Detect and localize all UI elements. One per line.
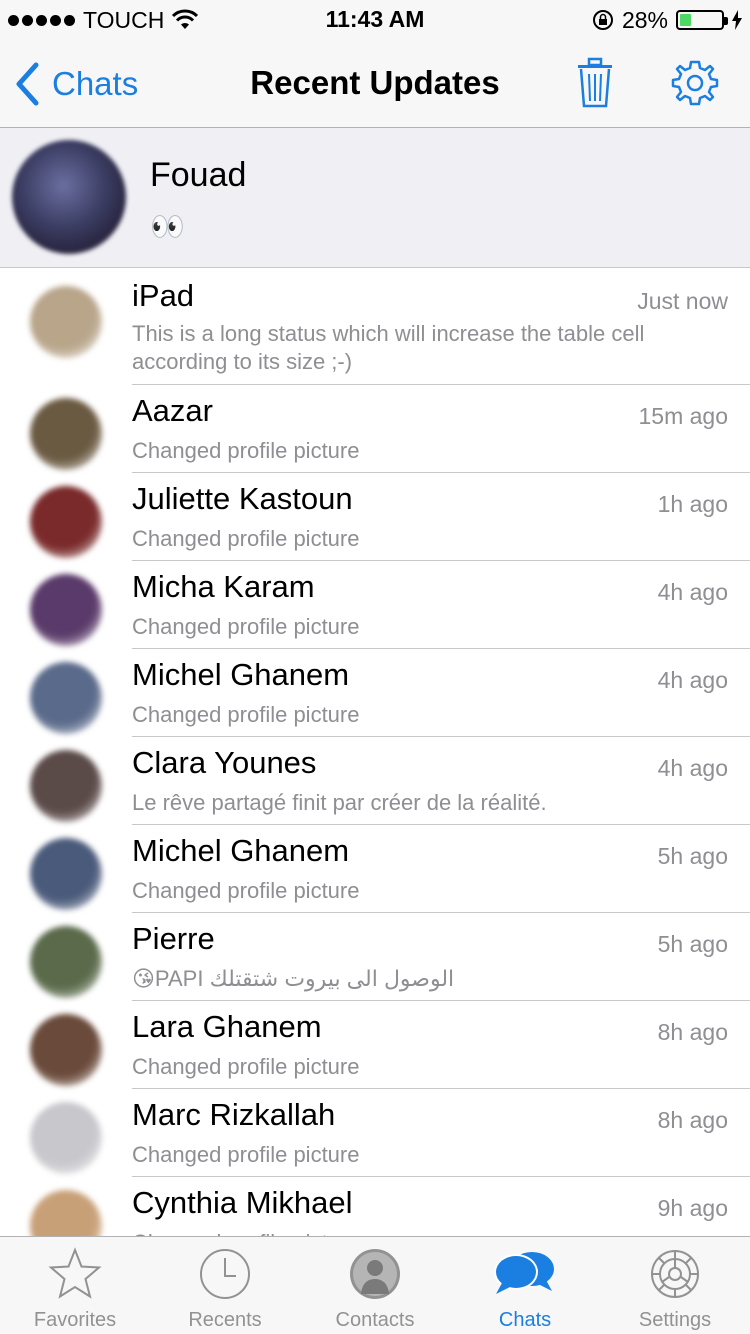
- avatar: [30, 1102, 102, 1174]
- contact-name: Juliette Kastoun: [132, 481, 353, 516]
- avatar: [30, 926, 102, 998]
- tab-recents[interactable]: Recents: [150, 1237, 300, 1334]
- rotation-lock-icon: [592, 10, 613, 30]
- update-time: 8h ago: [657, 1107, 728, 1133]
- contact-name: Marc Rizkallah: [132, 1097, 336, 1132]
- avatar: [30, 662, 102, 734]
- star-icon: [48, 1247, 102, 1299]
- tab-label: Recents: [188, 1309, 262, 1331]
- avatar: [30, 838, 102, 910]
- my-name: Fouad: [150, 156, 247, 194]
- tab-label: Favorites: [33, 1309, 117, 1331]
- trash-icon[interactable]: [574, 56, 616, 108]
- person-icon: [350, 1249, 400, 1299]
- list-item[interactable]: Juliette Kastoun 1h ago Changed profile …: [0, 473, 750, 561]
- update-time: Just now: [637, 288, 728, 314]
- update-time: 5h ago: [657, 931, 728, 957]
- update-time: 15m ago: [638, 403, 728, 429]
- gear-icon: [651, 1250, 699, 1298]
- update-time: 4h ago: [657, 667, 728, 693]
- list-item[interactable]: Pierre 5h ago 😘PAPI الوصول الى بيروت شتق…: [0, 913, 750, 1001]
- list-item[interactable]: Marc Rizkallah 8h ago Changed profile pi…: [0, 1089, 750, 1177]
- my-status-header[interactable]: Fouad 👀: [0, 128, 750, 268]
- list-item[interactable]: Michel Ghanem 5h ago Changed profile pic…: [0, 825, 750, 913]
- status-text: Changed profile picture: [132, 526, 360, 551]
- update-time: 4h ago: [657, 755, 728, 781]
- avatar: [30, 286, 102, 358]
- charging-bolt-icon: [732, 10, 742, 30]
- status-text: Changed profile picture: [132, 878, 360, 903]
- tab-chats[interactable]: Chats: [450, 1237, 600, 1334]
- tab-favorites[interactable]: Favorites: [0, 1237, 150, 1334]
- my-status-text: 👀: [150, 211, 185, 242]
- battery-icon: [676, 10, 728, 30]
- tab-label: Settings: [638, 1309, 712, 1331]
- clock-icon: [200, 1249, 250, 1299]
- contact-name: Michel Ghanem: [132, 657, 350, 692]
- list-item[interactable]: Micha Karam 4h ago Changed profile pictu…: [0, 561, 750, 649]
- update-time: 4h ago: [657, 579, 728, 605]
- avatar: [30, 486, 102, 558]
- tab-label: Contacts: [335, 1309, 415, 1331]
- status-text: Changed profile picture: [132, 702, 360, 727]
- status-text: Changed profile picture: [132, 614, 360, 639]
- gear-icon[interactable]: [671, 59, 719, 107]
- chat-bubbles-icon: [494, 1252, 554, 1294]
- tab-label: Chats: [498, 1309, 552, 1331]
- status-text: 😘PAPI الوصول الى بيروت شتقتلك: [132, 966, 455, 991]
- avatar: [12, 140, 126, 254]
- avatar: [30, 398, 102, 470]
- update-time: 5h ago: [657, 843, 728, 869]
- update-time: 9h ago: [657, 1195, 728, 1221]
- page-title: Recent Updates: [250, 64, 500, 101]
- tab-bar: Favorites Recents Contacts Chats Setting…: [0, 1236, 750, 1334]
- status-text: Le rêve partagé finit par créer de la ré…: [132, 790, 547, 815]
- status-text: Changed profile picture: [132, 438, 360, 463]
- contact-name: Aazar: [132, 393, 213, 428]
- status-bar: TOUCH 11:43 AM 28%: [0, 0, 750, 40]
- status-right: 28%: [592, 6, 742, 34]
- update-time: 1h ago: [657, 491, 728, 517]
- list-item[interactable]: Aazar 15m ago Changed profile picture: [0, 385, 750, 473]
- navigation-bar: Chats Recent Updates: [0, 40, 750, 128]
- contact-name: iPad: [132, 278, 195, 313]
- contact-name: Clara Younes: [132, 745, 317, 780]
- contact-name: Lara Ghanem: [132, 1009, 322, 1044]
- list-item[interactable]: iPad Just now This is a long status whic…: [0, 270, 750, 385]
- tab-settings[interactable]: Settings: [600, 1237, 750, 1334]
- status-text: Changed profile picture: [132, 1054, 360, 1079]
- list-item[interactable]: Lara Ghanem 8h ago Changed profile pictu…: [0, 1001, 750, 1089]
- updates-list: iPad Just now This is a long status whic…: [0, 270, 750, 1265]
- avatar: [30, 574, 102, 646]
- update-time: 8h ago: [657, 1019, 728, 1045]
- tab-contacts[interactable]: Contacts: [300, 1237, 450, 1334]
- contact-name: Cynthia Mikhael: [132, 1185, 353, 1220]
- status-text: Changed profile picture: [132, 1142, 360, 1167]
- avatar: [30, 1014, 102, 1086]
- battery-percent: 28%: [621, 6, 668, 33]
- contact-name: Pierre: [132, 921, 215, 956]
- list-item[interactable]: Clara Younes 4h ago Le rêve partagé fini…: [0, 737, 750, 825]
- contact-name: Michel Ghanem: [132, 833, 350, 868]
- avatar: [30, 750, 102, 822]
- list-item[interactable]: Michel Ghanem 4h ago Changed profile pic…: [0, 649, 750, 737]
- contact-name: Micha Karam: [132, 569, 315, 604]
- status-text: This is a long status which will increas…: [132, 321, 645, 374]
